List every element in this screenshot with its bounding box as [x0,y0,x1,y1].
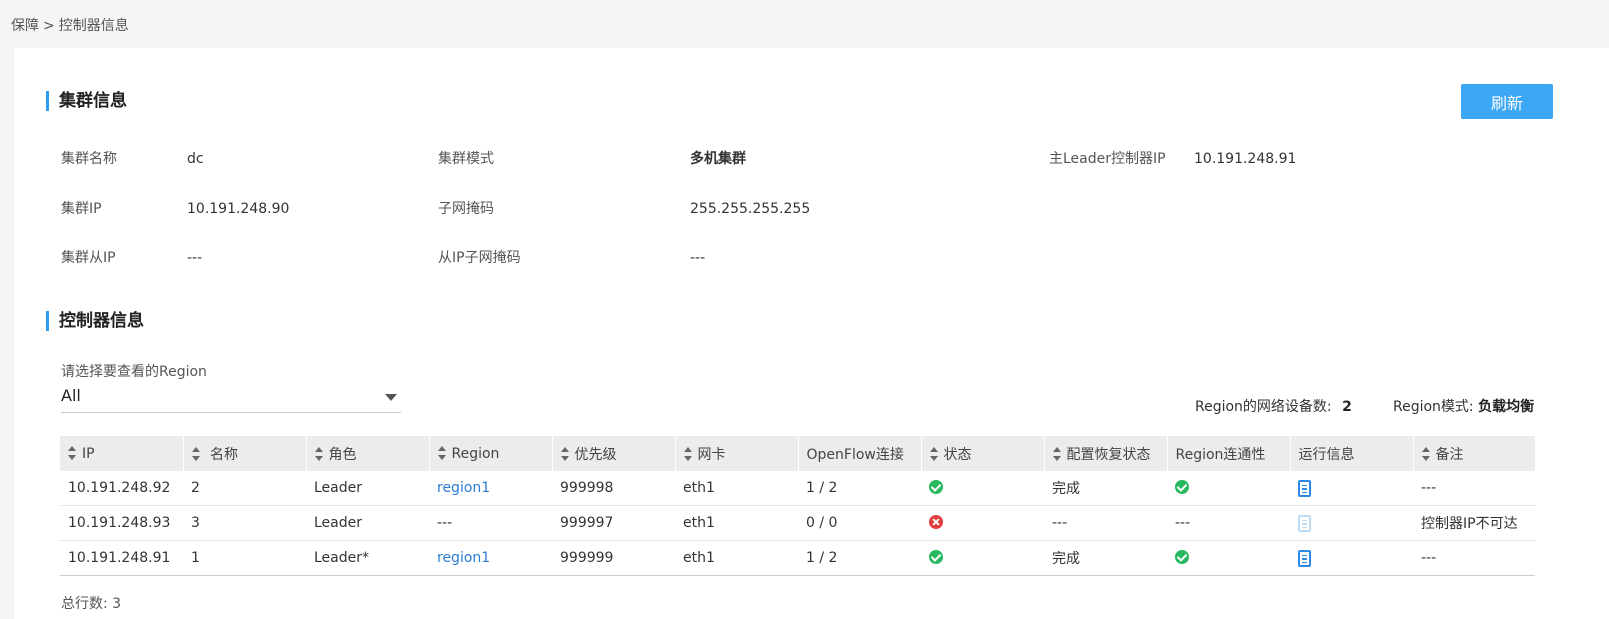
region-link[interactable]: region1 [437,480,490,496]
region-select[interactable]: All [61,383,401,413]
cell-openflow: 0 / 0 [798,505,921,541]
sort-icon[interactable] [191,446,201,461]
device-count-label: Region的网络设备数: [1195,399,1332,415]
document-icon[interactable] [1298,549,1311,567]
status-ok-icon [929,480,943,494]
cell-priority: 999998 [552,471,675,506]
sort-icon[interactable] [1421,446,1431,461]
total-rows-value: 3 [112,596,122,612]
cell-name: 2 [183,471,306,506]
column-header-region[interactable]: Region [429,436,553,471]
device-count-value: 2 [1342,399,1352,415]
breadcrumb-separator: > [43,18,55,34]
region-mode-label: Region模式: [1393,399,1474,415]
column-header-remark[interactable]: 备注 [1413,436,1536,471]
breadcrumb-parent[interactable]: 保障 [11,18,39,34]
subnet-mask-label: 子网掩码 [438,201,494,217]
region-device-count: Region的网络设备数: 2 [1195,396,1352,416]
sort-icon[interactable] [437,445,447,460]
table-row: 10.191.248.92 2 Leader region1 999998 et… [60,471,1535,506]
chevron-down-icon [385,394,397,401]
main-panel: 集群信息 刷新 集群名称 dc 集群模式 多机集群 主Leader控制器IP 1… [14,48,1609,619]
column-header-openflow: OpenFlow连接 [798,436,922,471]
cell-restore: 完成 [1044,471,1167,506]
breadcrumb: 保障 > 控制器信息 [11,15,129,35]
sort-icon[interactable] [560,446,570,461]
cell-priority: 999997 [552,505,675,541]
sort-icon[interactable] [1052,446,1062,461]
sort-icon[interactable] [314,446,324,461]
status-error-icon [929,515,943,529]
subnet-mask-value: 255.255.255.255 [690,201,811,217]
slave-ip-label: 集群从IP [61,250,116,266]
cell-name: 3 [183,505,306,541]
sort-icon[interactable] [929,446,939,461]
cluster-ip-label: 集群IP [61,201,102,217]
cell-remark: 控制器IP不可达 [1413,505,1535,541]
cell-region: --- [429,505,552,541]
cell-priority: 999999 [552,540,675,576]
cell-openflow: 1 / 2 [798,540,921,576]
table-row: 10.191.248.93 3 Leader --- 999997 eth1 0… [60,505,1535,541]
region-mode-value: 负载均衡 [1478,399,1535,415]
cell-ip: 10.191.248.92 [60,471,183,506]
cell-role: Leader [306,505,429,541]
cell-openflow: 1 / 2 [798,471,921,506]
column-header-connectivity: Region连通性 [1167,436,1291,471]
connectivity-ok-icon [1175,480,1189,494]
column-header-status[interactable]: 状态 [921,436,1045,471]
cluster-ip-value: 10.191.248.90 [187,201,290,217]
cell-connectivity: --- [1167,505,1290,541]
sort-icon[interactable] [683,446,693,461]
status-ok-icon [929,550,943,564]
cell-remark: --- [1413,471,1535,506]
sort-icon[interactable] [68,445,77,460]
region-select-value: All [61,386,81,405]
document-icon[interactable] [1298,479,1311,497]
column-header-name[interactable]: 名称 [183,436,307,471]
document-icon [1298,514,1311,532]
cell-name: 1 [183,540,306,576]
region-select-label: 请选择要查看的Region [61,364,207,380]
cluster-mode-value: 多机集群 [690,151,746,167]
cell-nic: eth1 [675,540,798,576]
cluster-mode-label: 集群模式 [438,151,494,167]
breadcrumb-current: 控制器信息 [58,18,129,34]
region-mode: Region模式: 负载均衡 [1393,396,1534,416]
column-header-priority[interactable]: 优先级 [552,436,676,471]
column-header-ip[interactable]: IP [60,436,184,471]
cell-nic: eth1 [675,471,798,506]
table-header-row: IP 名称 角色 Region 优先级 网卡 OpenFlow连接 状态 配置恢… [60,436,1536,471]
cell-restore: 完成 [1044,540,1167,576]
cluster-name-value: dc [187,151,204,167]
leader-ip-value: 10.191.248.91 [1194,151,1297,167]
cell-role: Leader* [306,540,429,576]
cell-ip: 10.191.248.93 [60,505,183,541]
column-header-nic[interactable]: 网卡 [675,436,799,471]
controller-info-title: 控制器信息 [46,311,144,331]
column-header-role[interactable]: 角色 [306,436,430,471]
total-rows-label: 总行数: [61,596,108,612]
leader-ip-label: 主Leader控制器IP [1049,151,1166,167]
controller-table: IP 名称 角色 Region 优先级 网卡 OpenFlow连接 状态 配置恢… [60,436,1536,576]
cell-ip: 10.191.248.91 [60,540,183,576]
column-header-restore[interactable]: 配置恢复状态 [1044,436,1168,471]
refresh-button[interactable]: 刷新 [1461,84,1553,119]
cell-remark: --- [1413,540,1535,576]
cluster-name-label: 集群名称 [61,151,117,167]
cell-role: Leader [306,471,429,506]
region-link[interactable]: region1 [437,550,490,566]
connectivity-ok-icon [1175,550,1189,564]
cluster-info-title: 集群信息 [46,91,127,111]
slave-mask-value: --- [690,250,706,266]
column-header-runinfo: 运行信息 [1290,436,1414,471]
total-rows: 总行数: 3 [61,593,121,613]
table-row: 10.191.248.91 1 Leader* region1 999999 e… [60,540,1535,576]
cell-nic: eth1 [675,505,798,541]
cell-restore: --- [1044,505,1167,541]
slave-ip-value: --- [187,250,203,266]
slave-mask-label: 从IP子网掩码 [438,250,521,266]
